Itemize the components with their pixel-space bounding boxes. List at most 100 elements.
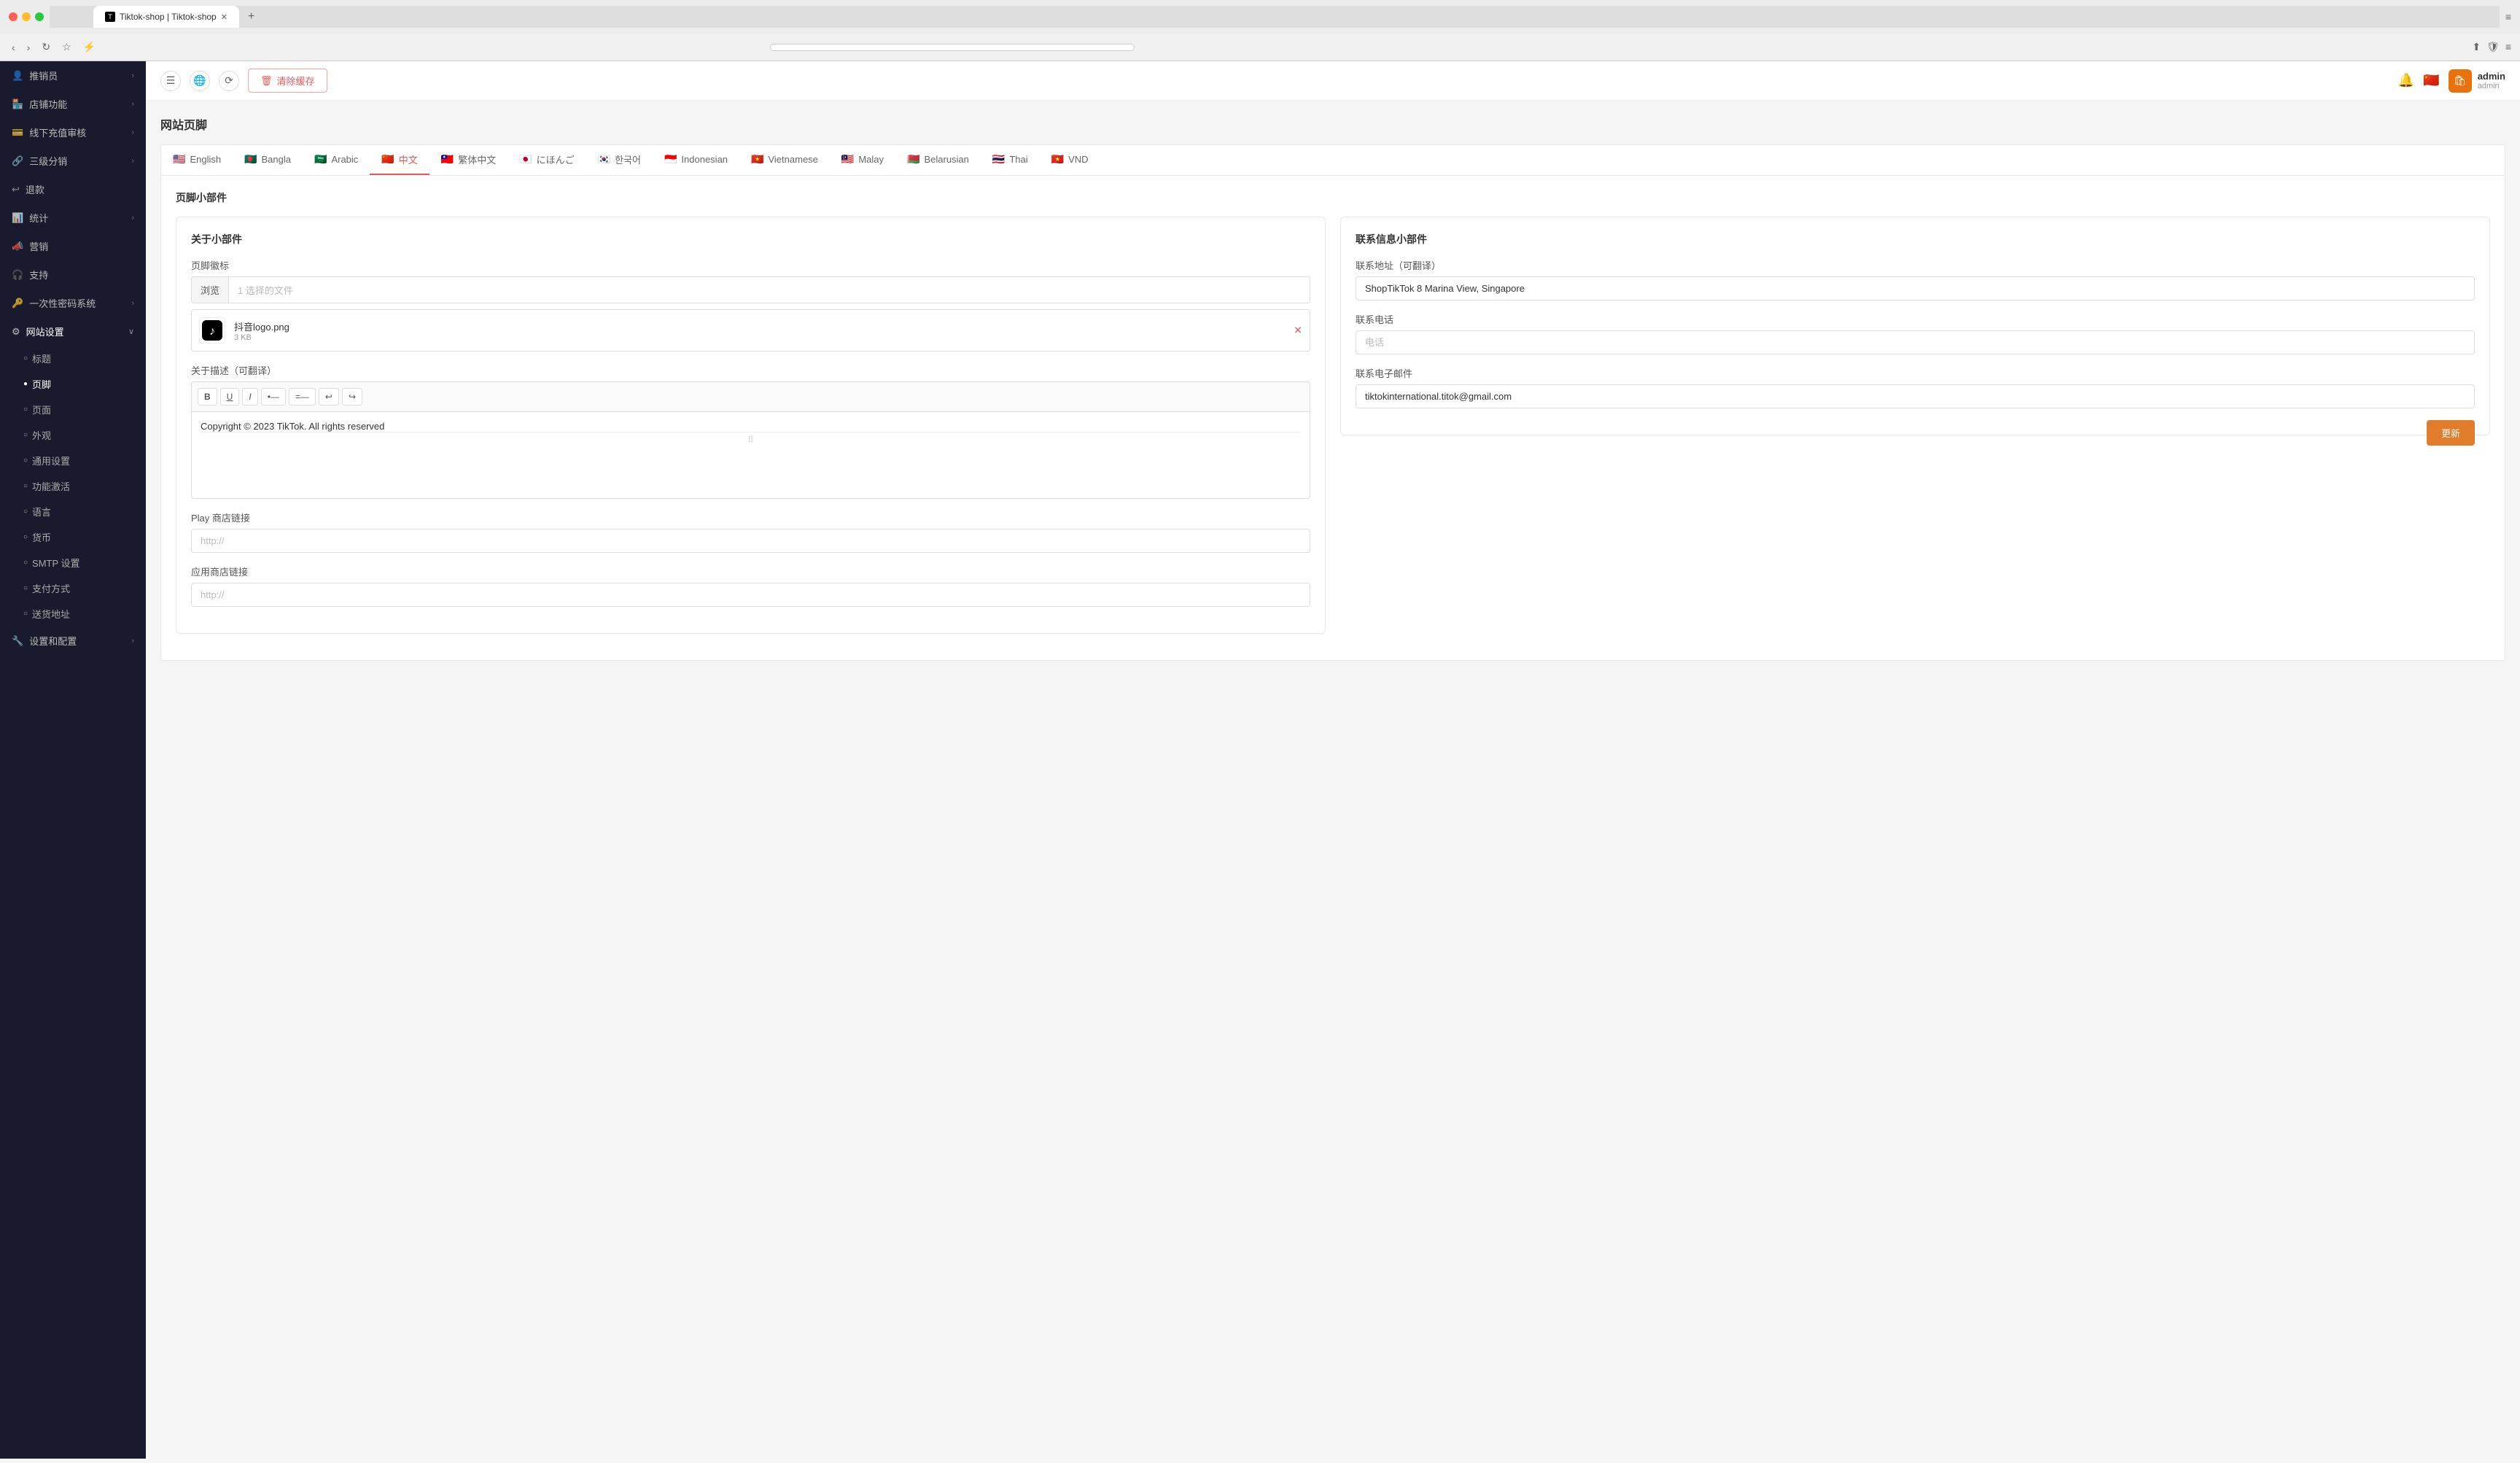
sidebar-sub-footer[interactable]: 页脚	[0, 371, 146, 397]
minimize-window-btn[interactable]	[22, 12, 31, 21]
app-store-input[interactable]	[191, 583, 1310, 607]
sidebar-item-refund[interactable]: ↩ 退款	[0, 175, 146, 203]
underline-btn[interactable]: U	[220, 388, 240, 405]
about-widget-title: 关于小部件	[191, 232, 1310, 247]
sidebar-sub-shipping[interactable]: 送货地址	[0, 601, 146, 626]
tab-arabic[interactable]: 🇸🇦 Arabic	[303, 145, 370, 175]
browser-menu-icon[interactable]: ≡	[2505, 11, 2511, 23]
sidebar-sub-general[interactable]: 通用设置	[0, 448, 146, 473]
file-delete-btn[interactable]: ✕	[1294, 325, 1302, 337]
file-name: 抖音logo.png	[234, 319, 1302, 333]
sidebar-item-support[interactable]: 🎧 支持	[0, 260, 146, 289]
sidebar-item-otp[interactable]: 🔑 一次性密码系统 ›	[0, 289, 146, 317]
browser-tab-active[interactable]: T Tiktok-shop | Tiktok-shop ✕	[93, 6, 239, 28]
shop-bag-icon: 🛍	[2454, 74, 2467, 87]
email-input[interactable]	[1356, 384, 2475, 408]
sidebar-item-label: 退款	[26, 182, 44, 196]
contact-widget-title: 联系信息小部件	[1356, 232, 2475, 247]
email-form-group: 联系电子邮件	[1356, 366, 2475, 408]
tab-malay[interactable]: 🇲🇾 Malay	[830, 145, 895, 175]
sidebar-item-statistics[interactable]: 📊 统计 ›	[0, 203, 146, 232]
sidebar-sub-feature-activate[interactable]: 功能激活	[0, 473, 146, 499]
sidebar-item-shop-features[interactable]: 🏪 店铺功能 ›	[0, 90, 146, 118]
address-bar[interactable]	[770, 44, 1135, 51]
tab-label: Belarusian	[924, 154, 968, 165]
editor-resize-handle[interactable]: ⠿	[201, 432, 1301, 447]
sidebar-item-label: 一次性密码系统	[29, 296, 96, 310]
english-flag: 🇺🇸	[173, 153, 185, 166]
clear-cache-button[interactable]: 🗑 清除缓存	[248, 69, 327, 93]
extensions-btn[interactable]: ⚡	[80, 38, 98, 56]
share-icon[interactable]: ⬆	[2472, 41, 2481, 53]
tab-bangla[interactable]: 🇧🇩 Bangla	[233, 145, 303, 175]
ordered-list-btn[interactable]: =—	[289, 388, 316, 405]
sidebar-sub-theme[interactable]: 标题	[0, 346, 146, 371]
update-button[interactable]: 更新	[2427, 420, 2475, 446]
notification-btn[interactable]: 🔔	[2398, 73, 2414, 88]
sidebar-sub-currency[interactable]: 货币	[0, 524, 146, 550]
redo-btn[interactable]: ↪	[342, 388, 362, 405]
content-area: 页脚小部件 关于小部件 页脚徽标 浏览 1 选择的文件	[160, 175, 2505, 661]
tab-japanese[interactable]: 🇯🇵 にほんご	[508, 145, 586, 175]
tab-label: にほんご	[537, 152, 575, 166]
logo-form-group: 页脚徽标 浏览 1 选择的文件	[191, 258, 1310, 352]
unordered-list-btn[interactable]: •—	[261, 388, 286, 405]
browser-menu-dots[interactable]: ≡	[2505, 41, 2511, 53]
file-info: 抖音logo.png 3 KB	[234, 319, 1302, 342]
tab-english[interactable]: 🇺🇸 English	[161, 145, 233, 175]
sidebar-sub-payment[interactable]: 支付方式	[0, 575, 146, 601]
phone-label: 联系电话	[1356, 312, 2475, 326]
sidebar-sub-smtp[interactable]: SMTP 设置	[0, 550, 146, 575]
tab-thai[interactable]: 🇹🇭 Thai	[981, 145, 1040, 175]
close-window-btn[interactable]	[9, 12, 18, 21]
tab-close-btn[interactable]: ✕	[221, 12, 228, 22]
page-content: 网站页脚 🇺🇸 English 🇧🇩 Bangla 🇸🇦 Arabic 🇨🇳	[146, 101, 2520, 1459]
menu-toggle-btn[interactable]: ☰	[160, 71, 181, 91]
tab-chinese[interactable]: 🇨🇳 中文	[370, 145, 429, 175]
maximize-window-btn[interactable]	[35, 12, 44, 21]
forward-btn[interactable]: ›	[24, 39, 34, 56]
editor-content[interactable]: Copyright © 2023 TikTok. All rights rese…	[191, 411, 1310, 499]
tab-vnd[interactable]: 🇻🇳 VND	[1040, 145, 1100, 175]
user-menu[interactable]: 🛍 admin admin	[2449, 69, 2505, 93]
sync-icon: ⟳	[225, 74, 233, 87]
bold-btn[interactable]: B	[198, 388, 217, 405]
sidebar-item-website-settings[interactable]: ⚙ 网站设置 ∨	[0, 317, 146, 346]
sub-item-label: 货币	[32, 530, 51, 544]
malay-flag: 🇲🇾	[841, 153, 854, 166]
sync-btn[interactable]: ⟳	[219, 71, 239, 91]
play-store-input[interactable]	[191, 529, 1310, 553]
tab-korean[interactable]: 🇰🇷 한국어	[586, 145, 653, 175]
tab-belarusian[interactable]: 🇧🇾 Belarusian	[895, 145, 981, 175]
undo-btn[interactable]: ↩	[319, 388, 339, 405]
address-input[interactable]	[1356, 276, 2475, 300]
browse-btn[interactable]: 浏览	[192, 277, 229, 303]
sidebar-item-promoters[interactable]: 👤 推销员 ›	[0, 61, 146, 90]
sidebar-sub-language[interactable]: 语言	[0, 499, 146, 524]
arrow-icon: ›	[131, 100, 134, 109]
globe-btn[interactable]: 🌐	[190, 71, 210, 91]
traditional-chinese-flag: 🇹🇼	[441, 153, 454, 166]
phone-input[interactable]	[1356, 330, 2475, 354]
tab-traditional-chinese[interactable]: 🇹🇼 繁体中文	[429, 145, 508, 175]
sidebar-sub-appearance[interactable]: 外观	[0, 422, 146, 448]
italic-btn[interactable]: I	[242, 388, 257, 405]
sidebar-item-marketing[interactable]: 📣 营销	[0, 232, 146, 260]
description-label: 关于描述（可翻译）	[191, 363, 1310, 377]
reload-btn[interactable]: ↻	[39, 38, 53, 56]
tab-favicon: T	[105, 12, 115, 22]
sidebar-sub-pages[interactable]: 页面	[0, 397, 146, 422]
new-tab-btn[interactable]: +	[242, 7, 260, 26]
tab-vietnamese[interactable]: 🇻🇳 Vietnamese	[739, 145, 830, 175]
tiktok-logo-img: ♪	[202, 320, 222, 341]
tab-indonesian[interactable]: 🇮🇩 Indonesian	[653, 145, 739, 175]
tab-label: 中文	[399, 152, 418, 166]
language-selector[interactable]: 🇨🇳	[2423, 73, 2439, 88]
sidebar-item-offline-recharge[interactable]: 💳 线下充值审核 ›	[0, 118, 146, 147]
window-controls	[9, 12, 44, 21]
sidebar-item-settings-config[interactable]: 🔧 设置和配置 ›	[0, 626, 146, 655]
bookmark-btn[interactable]: ☆	[59, 38, 74, 56]
address-form-group: 联系地址（可翻译）	[1356, 258, 2475, 300]
sidebar-item-three-level[interactable]: 🔗 三级分销 ›	[0, 147, 146, 175]
back-btn[interactable]: ‹	[9, 39, 18, 56]
